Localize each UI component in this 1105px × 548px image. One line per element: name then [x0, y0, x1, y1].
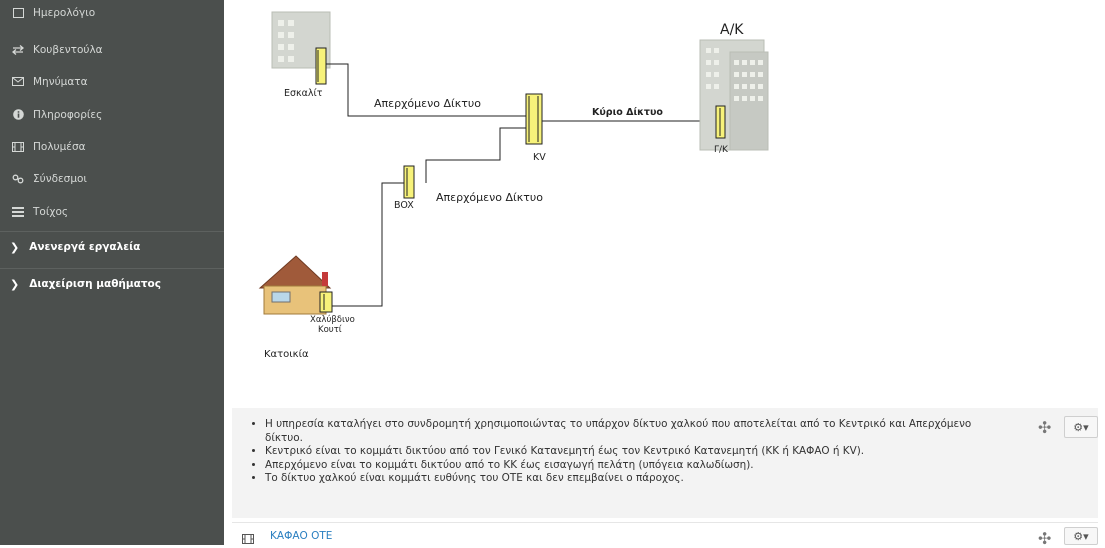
sidebar-item-chat[interactable]: Κουβεντούλα — [0, 34, 224, 65]
info-bullet: Κεντρικό είναι το κομμάτι δικτύου από το… — [265, 445, 995, 459]
sidebar-item-calendar[interactable]: Ημερολόγιο — [0, 2, 224, 24]
box-cabinet — [403, 165, 415, 199]
film-icon — [242, 529, 254, 548]
sidebar-item-label: Μηνύματα — [33, 75, 88, 88]
label-escalit: Εσκαλίτ — [284, 88, 323, 99]
gear-icon: ⚙▾ — [1073, 420, 1089, 434]
network-diagram: Εσκαλίτ Απερχόμενο Δίκτυο KV Κύριο Δίκτυ… — [258, 11, 769, 360]
label-kyrio: Κύριο Δίκτυο — [592, 107, 663, 118]
info-list: Η υπηρεσία καταλήγει στο συνδρομητή χρησ… — [265, 418, 995, 486]
sidebar-item-label: Πολυμέσα — [33, 140, 86, 153]
info-box: Η υπηρεσία καταλήγει στο συνδρομητή χρησ… — [232, 408, 1098, 518]
gear-icon: ⚙▾ — [1073, 529, 1089, 543]
gear-dropdown-button[interactable]: ⚙▾ — [1064, 527, 1098, 545]
aperxomeno-line-2 — [425, 127, 526, 183]
main-content: Εσκαλίτ Απερχόμενο Δίκτυο KV Κύριο Δίκτυ… — [224, 0, 1105, 548]
chevron-right-icon: ❯ — [10, 240, 20, 254]
resource-link[interactable]: ΚΑΦΑΟ ΟΤΕ — [270, 530, 332, 542]
sidebar-item-label: Ημερολόγιο — [33, 7, 96, 19]
chevron-right-icon: ❯ — [10, 277, 20, 291]
sidebar-item-label: Πληροφορίες — [33, 108, 103, 121]
gear-dropdown-button[interactable]: ⚙▾ — [1064, 416, 1098, 438]
sidebar-section-inactive-tools[interactable]: ❯ Ανενεργά εργαλεία — [0, 231, 224, 262]
sidebar-section-label: Διαχείριση μαθήματος — [29, 278, 161, 290]
sidebar-item-multimedia[interactable]: Πολυμέσα — [0, 131, 224, 162]
label-katoikia: Κατοικία — [264, 348, 309, 360]
label-xalyb-1: Χαλύβδινο — [310, 314, 355, 325]
label-ak: Α/Κ — [720, 22, 744, 38]
sidebar-section-label: Ανενεργά εργαλεία — [29, 241, 141, 253]
label-aperxomeno-1: Απερχόμενο Δίκτυο — [374, 97, 481, 110]
sidebar-item-label: Κουβεντούλα — [33, 43, 103, 56]
film-icon — [11, 141, 25, 153]
calendar-icon — [11, 7, 25, 19]
sidebar-section-course-admin[interactable]: ❯ Διαχείριση μαθήματος — [0, 268, 224, 299]
sidebar-item-info[interactable]: Πληροφορίες — [0, 99, 224, 130]
move-icon[interactable]: ✣ — [1038, 529, 1051, 548]
resource-row: ΚΑΦΑΟ ΟΤΕ ✣ ⚙▾ — [232, 522, 1098, 548]
sidebar-item-messages[interactable]: Μηνύματα — [0, 66, 224, 97]
sidebar-item-label: Τοίχος — [33, 205, 69, 218]
info-icon — [11, 109, 25, 121]
building-right-icon — [699, 39, 769, 151]
kv-cabinet — [525, 93, 543, 145]
link-icon — [11, 173, 25, 185]
exchange-icon — [11, 44, 25, 56]
drop-line — [330, 182, 404, 307]
info-bullet: Απερχόμενο είναι το κομμάτι δικτύου από … — [265, 459, 995, 473]
envelope-icon — [11, 76, 25, 88]
sidebar: Ημερολόγιο Κουβεντούλα Μηνύματα Πληροφορ… — [0, 0, 224, 545]
label-box: BOX — [394, 200, 414, 211]
label-kv: KV — [533, 152, 546, 163]
label-xalyb-2: Κουτί — [318, 325, 342, 335]
list-icon — [11, 206, 25, 218]
info-bullet: Το δίκτυο χαλκού είναι κομμάτι ευθύνης τ… — [265, 472, 995, 486]
steel-box — [319, 291, 333, 313]
label-gk: Γ/Κ — [714, 145, 729, 155]
move-icon[interactable]: ✣ — [1038, 418, 1051, 437]
sidebar-item-links[interactable]: Σύνδεσμοι — [0, 163, 224, 194]
info-bullet: Η υπηρεσία καταλήγει στο συνδρομητή χρησ… — [265, 418, 995, 445]
label-aperxomeno-2: Απερχόμενο Δίκτυο — [436, 191, 543, 204]
sidebar-item-label: Σύνδεσμοι — [33, 172, 87, 185]
sidebar-item-wall[interactable]: Τοίχος — [0, 196, 224, 227]
